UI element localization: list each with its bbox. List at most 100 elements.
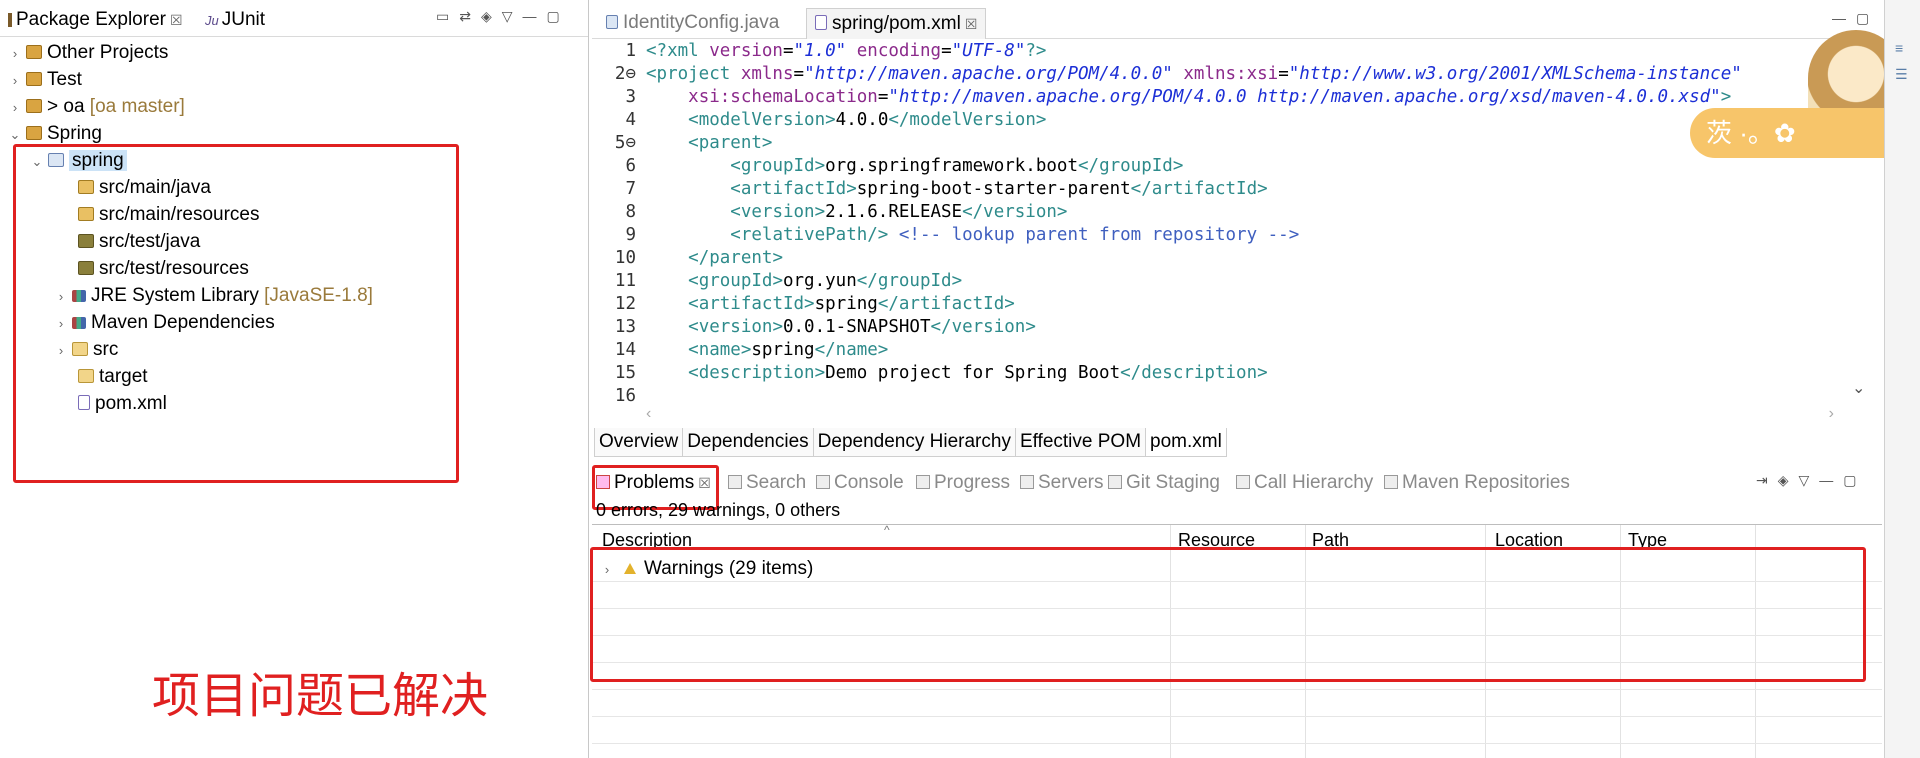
tab-servers[interactable]: Servers [1020, 468, 1103, 498]
link-editor-icon[interactable]: ⇄ [459, 8, 481, 24]
pom-file-icon [815, 15, 827, 30]
close-icon[interactable]: ☒ [965, 16, 978, 32]
minimize-icon[interactable]: — [1819, 472, 1843, 488]
code-line[interactable]: 9 <relativePath/> <!-- lookup parent fro… [600, 224, 1299, 247]
code-line[interactable]: 8 <version>2.1.6.RELEASE</version> [600, 201, 1067, 224]
line-number: 10 [614, 248, 636, 268]
minimize-icon[interactable]: — [1832, 10, 1856, 26]
code-line[interactable]: 13 <version>0.0.1-SNAPSHOT</version> [600, 316, 1036, 339]
code-line[interactable]: 14 <name>spring</name> [600, 339, 888, 362]
scroll-right-icon[interactable]: › [1829, 405, 1834, 423]
column-header-location[interactable]: Location [1495, 524, 1563, 550]
servers-icon [1020, 475, 1034, 489]
tab-maven-repositories[interactable]: Maven Repositories [1384, 468, 1570, 498]
code-line[interactable]: 3 xsi:schemaLocation="http://maven.apach… [600, 86, 1731, 109]
sort-ascending-icon: ^ [884, 523, 890, 537]
header-border [592, 524, 1882, 525]
tab-pom-xml-source[interactable]: pom.xml [1145, 428, 1227, 457]
tab-progress[interactable]: Progress [916, 468, 1010, 498]
tab-label: Search [746, 472, 807, 493]
column-header-description[interactable]: Description [602, 524, 692, 550]
tree-item-other-projects[interactable]: › Other Projects [8, 40, 169, 67]
line-number: 6 [625, 156, 636, 176]
tab-dependency-hierarchy[interactable]: Dependency Hierarchy [812, 428, 1016, 457]
chevron-right-icon[interactable]: › [8, 68, 22, 94]
line-number: 11 [614, 271, 636, 291]
tab-overview[interactable]: Overview [594, 428, 684, 457]
tab-dependencies[interactable]: Dependencies [682, 428, 814, 457]
outline-icon[interactable]: ≡ [1895, 40, 1903, 56]
tree-item-oa[interactable]: › > oa [oa master] [8, 94, 185, 120]
row-divider [592, 689, 1882, 690]
scroll-down-icon[interactable]: ⌄ [1852, 378, 1865, 398]
editor-window-buttons: —▢ [1832, 10, 1879, 27]
tab-git-staging[interactable]: Git Staging [1108, 468, 1220, 498]
tab-identityconfig-java[interactable]: IdentityConfig.java [602, 8, 779, 38]
git-branch-decoration: [oa master] [89, 96, 185, 117]
code-line[interactable]: 4 <modelVersion>4.0.0</modelVersion> [600, 109, 1046, 132]
view-menu-icon[interactable]: ▽ [502, 8, 523, 24]
close-icon[interactable]: ☒ [170, 12, 183, 28]
tab-package-explorer[interactable]: Package Explorer ☒ [8, 6, 183, 34]
right-trim-bar: ≡ ☰ [1884, 0, 1920, 758]
scroll-left-icon[interactable]: ‹ [646, 405, 651, 423]
tab-spring-pom-xml[interactable]: spring/pom.xml ☒ [806, 8, 987, 39]
maven-repositories-icon [1384, 475, 1398, 489]
focus-icon[interactable]: ◈ [481, 8, 502, 24]
code-line[interactable]: 7 <artifactId>spring-boot-starter-parent… [600, 178, 1267, 201]
line-number: 4 [625, 110, 636, 130]
package-explorer-icon [8, 13, 12, 27]
horizontal-scrollbar[interactable]: ‹ › [640, 405, 1840, 425]
maximize-icon[interactable]: ▢ [1843, 472, 1866, 488]
code-line[interactable]: 2⊖ <project xmlns="http://maven.apache.or… [600, 63, 1742, 86]
problems-summary: 0 errors, 29 warnings, 0 others [596, 500, 841, 520]
maximize-icon[interactable]: ▢ [1856, 10, 1879, 26]
code-line[interactable]: 11 <groupId>org.yun</groupId> [600, 270, 962, 293]
junit-icon: Ju [205, 13, 219, 28]
tab-label: Call Hierarchy [1254, 472, 1374, 493]
problems-tabbar: Problems ☒ Search Console Progress Server… [592, 466, 1882, 500]
line-number: 3 [625, 87, 636, 107]
maximize-icon[interactable]: ▢ [547, 8, 570, 24]
tab-junit[interactable]: Ju JUnit [205, 6, 265, 34]
tree-item-label: Test [47, 69, 82, 90]
code-line[interactable]: 15 <description>Demo project for Spring … [600, 362, 1268, 385]
code-line[interactable]: 6 <groupId>org.springframework.boot</gro… [600, 155, 1183, 178]
working-set-icon [26, 72, 42, 86]
tab-console[interactable]: Console [816, 468, 904, 498]
filter-icon[interactable]: ⇥ [1756, 472, 1778, 488]
git-working-set-icon [26, 99, 42, 113]
line-number: 2⊖ [614, 64, 636, 84]
focus-icon[interactable]: ◈ [1778, 472, 1799, 488]
chevron-right-icon[interactable]: › [8, 41, 22, 67]
tab-effective-pom[interactable]: Effective POM [1014, 428, 1147, 457]
tree-item-test[interactable]: › Test [8, 67, 82, 93]
column-header-type[interactable]: Type [1628, 524, 1667, 550]
tab-search[interactable]: Search [728, 468, 806, 498]
task-list-icon[interactable]: ☰ [1895, 66, 1908, 83]
chevron-right-icon[interactable]: › [8, 95, 22, 121]
view-menu-icon[interactable]: ▽ [1799, 472, 1820, 488]
tab-label: Servers [1038, 472, 1104, 493]
code-line[interactable]: 10 </parent> [600, 247, 783, 270]
line-number: 7 [625, 179, 636, 199]
tree-item-label: Other Projects [47, 42, 169, 63]
collapse-all-icon[interactable]: ▭ [436, 8, 459, 24]
tree-item-label: Spring [47, 123, 102, 144]
tree-item-label: > oa [47, 96, 85, 117]
line-number: 5⊖ [614, 133, 636, 153]
tab-call-hierarchy[interactable]: Call Hierarchy [1236, 468, 1373, 498]
search-icon [728, 475, 742, 489]
column-header-path[interactable]: Path [1312, 524, 1349, 550]
pom-editor-tabs: Overview Dependencies Dependency Hierarchy… [594, 428, 1227, 458]
code-line[interactable]: 1 <?xml version="1.0" encoding="UTF-8"?> [600, 40, 1046, 63]
tab-label: Progress [934, 472, 1011, 493]
highlight-box-project-tree [13, 144, 459, 483]
tab-label: IdentityConfig.java [623, 12, 780, 33]
line-number: 12 [614, 294, 636, 314]
code-line[interactable]: 5⊖ <parent> [600, 132, 773, 155]
row-divider [592, 716, 1882, 717]
code-line[interactable]: 12 <artifactId>spring</artifactId> [600, 293, 1015, 316]
minimize-icon[interactable]: — [523, 8, 547, 24]
column-header-resource[interactable]: Resource [1178, 524, 1255, 550]
